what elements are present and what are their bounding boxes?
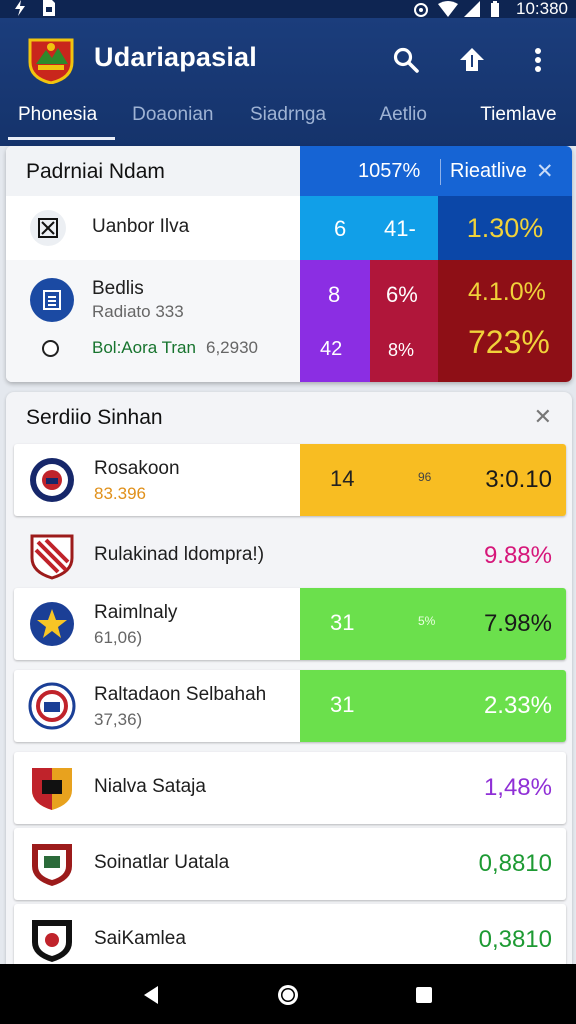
list-item[interactable]: Rosakoon 83.396 14 96 3:0.10 xyxy=(14,444,566,516)
item-percentage: 0,8810 xyxy=(478,850,552,877)
document-icon xyxy=(30,278,74,322)
ranking-card-title: Serdiio Sinhan xyxy=(26,406,163,429)
item-value-2: 96 xyxy=(418,470,432,484)
row-detail-value: 6,2930 xyxy=(206,338,258,357)
bolt-icon xyxy=(14,0,30,16)
row-value-2: 6% xyxy=(386,282,418,307)
row-percentage-1: 4.1.0% xyxy=(468,278,546,306)
summary-card-header: Padrniai Ndam 1057% Rieatlive ✕ xyxy=(6,146,572,196)
team-badge-icon xyxy=(28,682,76,730)
item-percentage: 1,48% xyxy=(483,774,552,801)
row-value-2: 41- xyxy=(384,216,416,241)
tab-bar: Phonesia Doaonian Siadrnga Aetlio Tiemla… xyxy=(0,98,576,146)
alarm-icon xyxy=(412,1,428,17)
tab-doaonian[interactable]: Doaonian xyxy=(115,98,230,146)
app-bar: Udariapasial Phonesia Doaonian Siadrnga … xyxy=(0,18,576,146)
item-value-1: 31 xyxy=(330,692,355,717)
sim-icon xyxy=(42,0,58,16)
row-percentage-2: 723% xyxy=(468,324,550,360)
row-value-1: 8 xyxy=(328,282,341,307)
team-badge-icon xyxy=(28,532,76,580)
purple-cell: 8 42 xyxy=(300,260,370,382)
team-badge-icon xyxy=(28,764,76,812)
item-percentage: 9.88% xyxy=(483,542,552,569)
row-subtitle: Radiato 333 xyxy=(92,302,184,321)
home-icon[interactable] xyxy=(275,982,301,1008)
list-item[interactable]: Rulakinad ldompra!) 9.88% xyxy=(14,520,566,590)
list-item[interactable]: Raltadaon Selbahah 37,36) 31 2.33% xyxy=(14,670,566,742)
summary-row[interactable]: Uanbor Ilva 6 41- 1.30% xyxy=(6,196,572,260)
summary-card: Padrniai Ndam 1057% Rieatlive ✕ Uanbor I… xyxy=(6,146,572,382)
row-value-1: 6 xyxy=(334,216,347,241)
team-badge-icon xyxy=(28,600,76,648)
share-icon[interactable] xyxy=(454,42,490,78)
crimson-cell: 6% 8% xyxy=(370,260,438,382)
item-name: Raltadaon Selbahah xyxy=(94,684,267,705)
row-values-cell: 6 41- xyxy=(300,196,438,260)
item-percentage: 0,3810 xyxy=(478,926,552,953)
team-badge-icon xyxy=(28,456,76,504)
summary-row[interactable]: Bedlis Radiato 333 Bol:Aora Tran 6,2930 … xyxy=(6,260,572,382)
tab-phonesia[interactable]: Phonesia xyxy=(0,98,116,146)
list-item[interactable]: SaiKamlea 0,3810 xyxy=(14,904,566,972)
tab-tiemlave[interactable]: Tiemlave xyxy=(461,98,576,146)
item-name: Raimlnaly xyxy=(94,602,178,623)
team-badge-icon xyxy=(28,840,76,888)
item-percentage: 2.33% xyxy=(483,692,552,719)
row-percentage: 1.30% xyxy=(466,212,544,243)
item-name: Nialva Sataja xyxy=(94,776,206,797)
signal-icon xyxy=(464,1,480,17)
wifi-icon xyxy=(438,1,458,17)
item-percentage: 7.98% xyxy=(483,610,552,637)
item-name: Rulakinad ldompra!) xyxy=(94,544,265,565)
checkbox-cross-icon[interactable] xyxy=(30,210,66,246)
search-icon[interactable] xyxy=(388,42,424,78)
row-value-3: 42 xyxy=(320,338,343,360)
tab-siadrnga[interactable]: Siadrnga xyxy=(230,98,345,146)
app-title: Udariapasial xyxy=(94,42,257,72)
list-item[interactable]: Soinatlar Uatala 0,8810 xyxy=(14,828,566,900)
battery-icon xyxy=(490,1,506,17)
row-percentage-cell: 4.1.0% 723% xyxy=(438,260,572,382)
item-value-1: 14 xyxy=(330,466,355,491)
item-name: SaiKamlea xyxy=(94,928,186,949)
back-icon[interactable] xyxy=(138,982,164,1008)
item-value-2: 5% xyxy=(418,614,436,628)
row-percentage-cell: 1.30% xyxy=(438,196,572,260)
item-percentage: 3:0.10 xyxy=(485,466,552,493)
item-subtitle: 37,36) xyxy=(94,710,143,729)
header-relative-label: Rieatlive xyxy=(450,160,527,182)
more-vert-icon[interactable] xyxy=(520,42,556,78)
item-name: Rosakoon xyxy=(94,458,180,479)
summary-card-title: Padrniai Ndam xyxy=(26,160,165,183)
row-value-4: 8% xyxy=(388,340,415,360)
status-bar: 10:380 xyxy=(0,0,576,18)
status-time: 10:380 xyxy=(516,0,568,18)
radio-button[interactable] xyxy=(42,340,59,357)
row-detail-label: Bol:Aora Tran xyxy=(92,338,196,357)
summary-header-stats: 1057% Rieatlive ✕ xyxy=(300,146,572,196)
tab-aetlio[interactable]: Aetlio xyxy=(346,98,461,146)
ranking-card: Serdiio Sinhan ✕ Rosakoon 83.396 14 96 3… xyxy=(6,392,572,972)
recents-icon[interactable] xyxy=(411,982,437,1008)
list-item[interactable]: Raimlnaly 61,06) 31 5% 7.98% xyxy=(14,588,566,660)
header-divider xyxy=(440,159,441,185)
navigation-bar xyxy=(0,964,576,1024)
row-name: Bedlis xyxy=(92,278,144,299)
close-icon[interactable]: ✕ xyxy=(536,159,554,184)
team-badge-icon xyxy=(28,916,76,964)
row-name: Uanbor Ilva xyxy=(92,216,190,237)
item-subtitle: 61,06) xyxy=(94,628,143,647)
app-logo[interactable] xyxy=(26,34,76,85)
item-name: Soinatlar Uatala xyxy=(94,852,230,873)
close-icon[interactable]: ✕ xyxy=(534,404,552,430)
item-value-1: 31 xyxy=(330,610,355,635)
header-percentage: 1057% xyxy=(358,160,421,182)
item-subtitle: 83.396 xyxy=(94,484,146,503)
list-item[interactable]: Nialva Sataja 1,48% xyxy=(14,752,566,824)
